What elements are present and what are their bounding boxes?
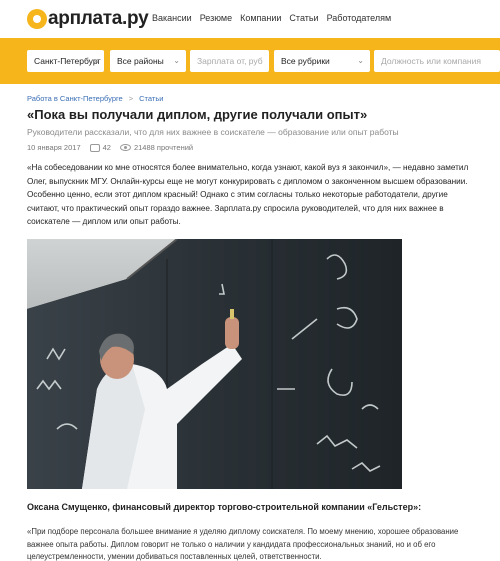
breadcrumb-separator: > xyxy=(128,94,134,103)
rubric-select[interactable]: Все рубрики ⌄ xyxy=(274,50,370,72)
expert-quote: «При подборе персонала большее внимание … xyxy=(27,527,459,561)
views-value: 21488 прочтений xyxy=(133,143,194,152)
views-count: 21488 прочтений xyxy=(119,143,194,152)
page-title: «Пока вы получали диплом, другие получал… xyxy=(27,107,368,122)
eye-icon xyxy=(119,144,131,151)
article-meta: 10 января 2017 42 21488 прочтений xyxy=(27,143,193,152)
clear-city-icon[interactable]: × xyxy=(94,50,99,72)
article-lead: «На собеседовании ко мне относятся более… xyxy=(27,163,469,226)
comments-count[interactable]: 42 xyxy=(89,143,111,152)
main-nav: Вакансии Резюме Компании Статьи Работода… xyxy=(152,13,391,23)
nav-resumes[interactable]: Резюме xyxy=(200,13,232,23)
site-header: арплата.ру Вакансии Резюме Компании Стат… xyxy=(0,0,500,38)
city-value: Санкт-Петербург xyxy=(34,56,101,66)
nav-companies[interactable]: Компании xyxy=(240,13,281,23)
salary-input[interactable]: Зарплата от, руб xyxy=(190,50,269,72)
page-subtitle: Руководители рассказали, что для них важ… xyxy=(27,127,399,137)
logo-text: арплата.ру xyxy=(48,8,149,29)
city-select[interactable]: Санкт-Петербург × xyxy=(27,50,104,72)
search-bar: Санкт-Петербург × Все районы ⌄ Зарплата … xyxy=(0,38,500,84)
expert-heading: Оксана Смущенко, финансовый директор тор… xyxy=(27,502,422,512)
breadcrumb-articles[interactable]: Статьи xyxy=(139,94,163,103)
site-logo[interactable]: арплата.ру xyxy=(27,5,149,33)
breadcrumb-jobs-spb[interactable]: Работа в Санкт-Петербурге xyxy=(27,94,123,103)
position-input[interactable]: Должность или компания xyxy=(374,50,500,72)
comment-icon xyxy=(89,143,100,152)
chevron-down-icon: ⌄ xyxy=(357,56,364,65)
article-photo xyxy=(27,239,402,489)
logo-mark-icon xyxy=(27,9,47,29)
district-select[interactable]: Все районы ⌄ xyxy=(110,50,186,72)
comments-value: 42 xyxy=(102,143,111,152)
article-date: 10 января 2017 xyxy=(27,143,81,152)
nav-employers[interactable]: Работодателям xyxy=(327,13,392,23)
nav-vacancies[interactable]: Вакансии xyxy=(152,13,192,23)
district-value: Все районы xyxy=(117,56,164,66)
teacher-at-blackboard-image xyxy=(27,239,402,489)
breadcrumb: Работа в Санкт-Петербурге > Статьи xyxy=(27,94,163,103)
rubric-value: Все рубрики xyxy=(281,56,330,66)
chevron-down-icon: ⌄ xyxy=(173,56,180,65)
nav-articles[interactable]: Статьи xyxy=(289,13,318,23)
